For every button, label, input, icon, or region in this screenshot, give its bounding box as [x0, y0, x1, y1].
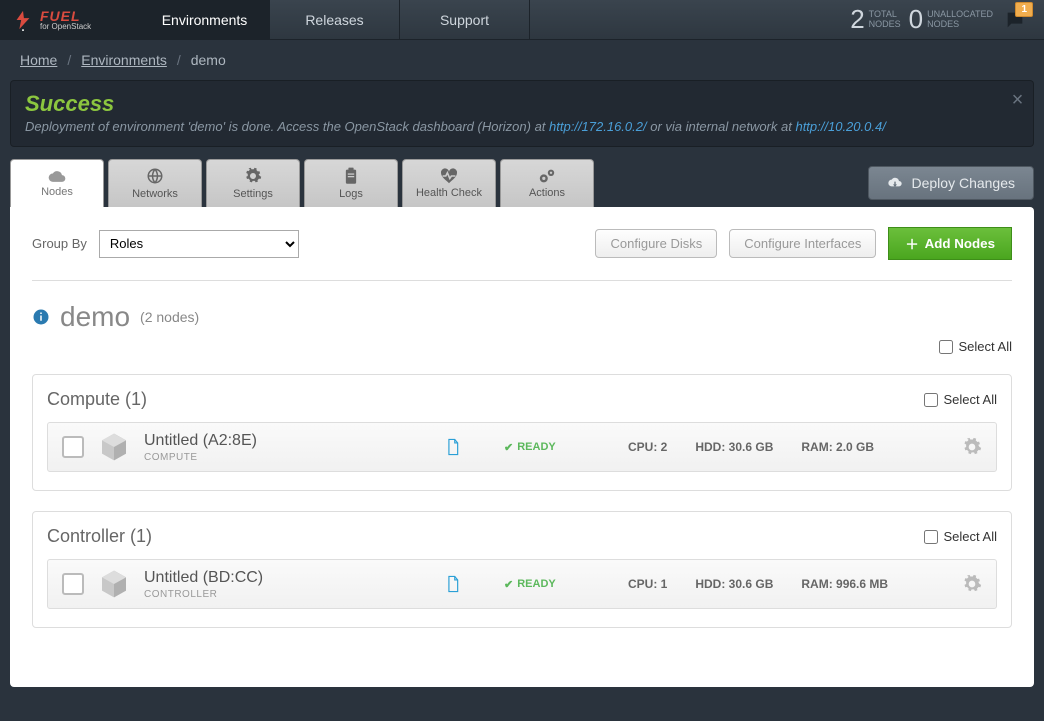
node-ram: RAM: 996.6 MB	[801, 577, 888, 591]
tab-actions[interactable]: Actions	[500, 159, 594, 207]
tab-settings[interactable]: Settings	[206, 159, 300, 207]
environment-name: demo	[60, 301, 130, 333]
gears-icon	[537, 168, 557, 184]
environment-node-count: (2 nodes)	[140, 309, 199, 325]
groupby-select[interactable]: Roles	[99, 230, 299, 258]
logo[interactable]: FUEL for OpenStack	[0, 0, 140, 39]
tab-logs[interactable]: Logs	[304, 159, 398, 207]
node-status: ✔ READY	[504, 578, 574, 591]
group-title: Controller (1)	[47, 526, 152, 547]
unallocated-nodes-count: 0	[909, 4, 923, 35]
alert-body: Deployment of environment 'demo' is done…	[25, 119, 1003, 134]
group-title: Compute (1)	[47, 389, 147, 410]
horizon-link-internal[interactable]: http://10.20.0.4/	[795, 119, 885, 134]
tab-nodes[interactable]: Nodes	[10, 159, 104, 207]
fuel-logo-icon	[12, 9, 34, 31]
node-checkbox[interactable]	[62, 573, 84, 595]
node-role: COMPUTE	[144, 452, 257, 463]
top-right: 2 TOTAL NODES 0 UNALLOCATED NODES 1	[850, 0, 1044, 39]
node-hdd: HDD: 30.6 GB	[695, 577, 773, 591]
info-icon[interactable]	[32, 308, 50, 326]
groupby-label: Group By	[32, 236, 87, 251]
unallocated-nodes-label: UNALLOCATED NODES	[927, 10, 993, 30]
topbar: FUEL for OpenStack Environments Releases…	[0, 0, 1044, 40]
select-all-global[interactable]: Select All	[32, 339, 1012, 354]
group-select-all-checkbox[interactable]	[924, 530, 938, 544]
cloud-download-icon	[887, 176, 903, 190]
notifications-button[interactable]: 1	[1001, 6, 1029, 34]
alert-title: Success	[25, 91, 1003, 117]
brand-name: FUEL	[40, 9, 91, 23]
breadcrumb: Home / Environments / demo	[0, 40, 1044, 80]
gear-icon	[244, 167, 262, 185]
node-row[interactable]: Untitled (A2:8E) COMPUTE ✔ READY CPU: 2 …	[47, 422, 997, 472]
group-select-all-checkbox[interactable]	[924, 393, 938, 407]
deploy-changes-button[interactable]: Deploy Changes	[868, 166, 1034, 200]
stat-total-nodes: 2 TOTAL NODES	[850, 4, 900, 35]
group-select-all[interactable]: Select All	[924, 392, 997, 407]
success-alert: × Success Deployment of environment 'dem…	[10, 80, 1034, 147]
heartbeat-icon	[439, 168, 459, 184]
node-status: ✔ READY	[504, 441, 574, 454]
node-hdd: HDD: 30.6 GB	[695, 440, 773, 454]
node-checkbox[interactable]	[62, 436, 84, 458]
globe-icon	[146, 167, 164, 185]
node-icon	[98, 431, 130, 463]
breadcrumb-environments[interactable]: Environments	[81, 52, 167, 68]
notification-badge: 1	[1015, 2, 1033, 17]
total-nodes-label: TOTAL NODES	[869, 10, 901, 30]
tab-networks[interactable]: Networks	[108, 159, 202, 207]
main-nav: Environments Releases Support	[140, 0, 530, 39]
group-select-all[interactable]: Select All	[924, 529, 997, 544]
configure-interfaces-button[interactable]: Configure Interfaces	[729, 229, 876, 258]
stat-unallocated-nodes: 0 UNALLOCATED NODES	[909, 4, 993, 35]
close-icon[interactable]: ×	[1011, 89, 1023, 112]
group-compute: Compute (1) Select All Untitled (A2:8E) …	[32, 374, 1012, 491]
nodes-panel: Group By Roles Configure Disks Configure…	[10, 207, 1034, 687]
environment-header: demo (2 nodes)	[32, 301, 1012, 333]
horizon-link-external[interactable]: http://172.16.0.2/	[549, 119, 647, 134]
cloud-icon	[47, 169, 67, 183]
node-role: CONTROLLER	[144, 589, 263, 600]
node-settings-icon[interactable]	[962, 437, 982, 457]
select-all-checkbox[interactable]	[939, 340, 953, 354]
node-icon	[98, 568, 130, 600]
nodes-toolbar: Group By Roles Configure Disks Configure…	[32, 227, 1012, 281]
breadcrumb-home[interactable]: Home	[20, 52, 57, 68]
total-nodes-count: 2	[850, 4, 864, 35]
tab-health-check[interactable]: Health Check	[402, 159, 496, 207]
check-icon: ✔	[504, 441, 513, 454]
breadcrumb-current: demo	[191, 52, 226, 68]
node-name: Untitled (BD:CC)	[144, 569, 263, 587]
check-icon: ✔	[504, 578, 513, 591]
add-nodes-button[interactable]: ＋ Add Nodes	[888, 227, 1012, 260]
nav-releases[interactable]: Releases	[270, 0, 400, 39]
node-log-icon[interactable]	[446, 575, 460, 593]
nav-support[interactable]: Support	[400, 0, 530, 39]
node-settings-icon[interactable]	[962, 574, 982, 594]
group-controller: Controller (1) Select All Untitled (BD:C…	[32, 511, 1012, 628]
brand-subtitle: for OpenStack	[40, 23, 91, 31]
nav-environments[interactable]: Environments	[140, 0, 270, 39]
node-name: Untitled (A2:8E)	[144, 432, 257, 450]
node-ram: RAM: 2.0 GB	[801, 440, 874, 454]
plus-icon: ＋	[905, 234, 918, 253]
clipboard-icon	[343, 167, 359, 185]
env-tabs: Nodes Networks Settings Logs Health Chec…	[10, 159, 1034, 207]
node-cpu: CPU: 1	[628, 577, 667, 591]
node-cpu: CPU: 2	[628, 440, 667, 454]
node-row[interactable]: Untitled (BD:CC) CONTROLLER ✔ READY CPU:…	[47, 559, 997, 609]
configure-disks-button[interactable]: Configure Disks	[595, 229, 717, 258]
node-log-icon[interactable]	[446, 438, 460, 456]
